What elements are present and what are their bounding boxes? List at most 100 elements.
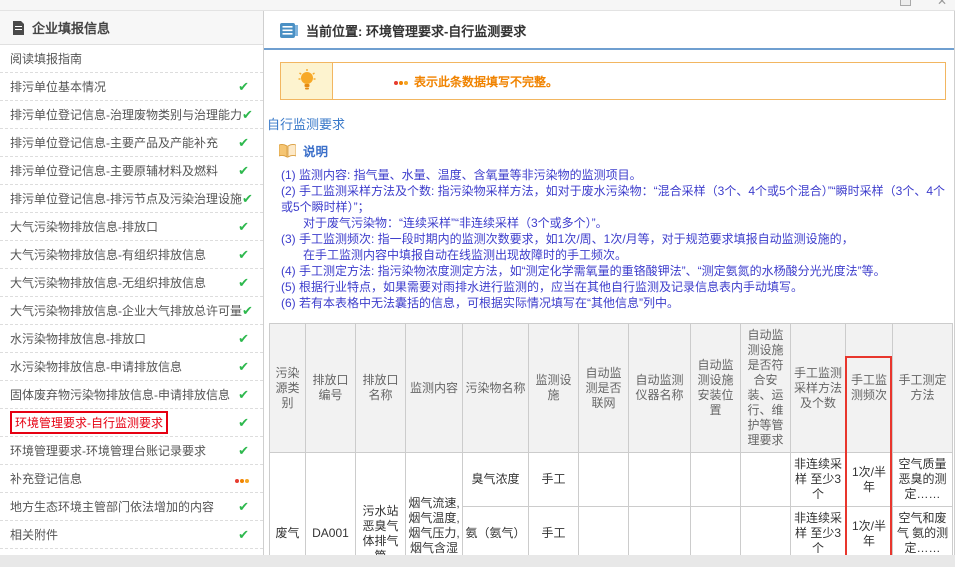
sidebar-item-label: 大气污染物排放信息-有组织排放信息 [10, 248, 206, 262]
sidebar-item-water-outlet[interactable]: 水污染物排放信息-排放口 ✔ [0, 325, 263, 353]
sidebar-item-reading-guide[interactable]: 阅读填报指南 [0, 45, 263, 73]
document-icon [13, 20, 24, 35]
sidebar-item-label: 水污染物排放信息-排放口 [10, 332, 146, 346]
section-content: 自行监测要求 说明 (1) 监测内容: 指气量、水量、温度、含氧量等非污染物的监… [264, 100, 954, 555]
col-header: 手工测定方法 [892, 323, 953, 453]
check-icon: ✔ [242, 190, 253, 206]
col-header: 自动监测是否联网 [578, 323, 629, 453]
instruction-line: 对于废气污染物：“连续采样”“非连续采样（3个或多个）”。 [303, 216, 608, 230]
table-row: 废气 DA001 污水站恶臭气体排气筒 烟气流速,烟气温度,烟气压力,烟气含湿量… [269, 452, 953, 555]
cell-manual-measure: 空气质量 恶臭的测定…… [892, 452, 953, 507]
instruction-line: (4) 手工测定方法: 指污染物浓度测定方法，如“测定化学需氧量的重铬酸钾法”、… [281, 264, 886, 278]
close-window-icon[interactable]: ✕ [937, 0, 947, 8]
col-header: 污染物名称 [462, 323, 529, 453]
sidebar-item-ledger-record[interactable]: 环境管理要求-环境管理台账记录要求 ✔ [0, 437, 263, 465]
instruction-line: (3) 手工监测频次: 指一段时期内的监测次数要求，如1次/周、1次/月等，对于… [281, 232, 854, 246]
sidebar-item-label: 地方生态环境主管部门依法增加的内容 [10, 500, 215, 514]
sidebar-item-label: 大气污染物排放信息-企业大气排放总许可量 [10, 304, 242, 318]
check-icon: ✔ [238, 274, 249, 290]
open-book-icon [279, 143, 296, 158]
col-header: 排放口名称 [355, 323, 406, 453]
instruction-line: (2) 手工监测采样方法及个数: 指污染物采样方法，如对于废水污染物：“混合采样… [281, 184, 946, 214]
sidebar-item-label: 排污单位基本情况 [10, 80, 107, 94]
news-book-icon [280, 23, 298, 38]
sidebar-item-label: 大气污染物排放信息-排放口 [10, 220, 158, 234]
sidebar-item-raw-materials[interactable]: 排污单位登记信息-主要原辅材料及燃料 ✔ [0, 157, 263, 185]
content-pane: 当前位置: 环境管理要求-自行监测要求 表示此条数据填写不完整。 自行监测要求 … [264, 11, 955, 555]
sidebar-item-waste-category[interactable]: 排污单位登记信息-治理废物类别与治理能力 ✔ [0, 101, 263, 129]
sidebar-item-air-unorganized[interactable]: 大气污染物排放信息-无组织排放信息 ✔ [0, 269, 263, 297]
sidebar-item-air-organized[interactable]: 大气污染物排放信息-有组织排放信息 ✔ [0, 241, 263, 269]
sidebar-item-label: 排污单位登记信息-排污节点及污染治理设施 [10, 192, 242, 206]
sidebar-item-attachments[interactable]: 相关附件 ✔ [0, 521, 263, 549]
sidebar-item-label: 排污单位登记信息-治理废物类别与治理能力 [10, 108, 242, 122]
instruction-line: 在手工监测内容中填报自动在线监测出现故障时的手工频次。 [303, 248, 628, 262]
check-icon: ✔ [238, 358, 249, 374]
cell-manual-freq: 1次/半年 [845, 452, 893, 507]
sidebar-item-air-outlet[interactable]: 大气污染物排放信息-排放口 ✔ [0, 213, 263, 241]
col-header-highlighted: 手工监测频次 [845, 323, 893, 453]
cell-pollutant: 氨（氨气） [462, 506, 529, 555]
notice-message-text: 表示此条数据填写不完整。 [414, 74, 559, 89]
col-header: 自动监测设施是否符合安装、运行、维护等管理要求 [740, 323, 791, 453]
sidebar-item-main-products[interactable]: 排污单位登记信息-主要产品及产能补充 ✔ [0, 129, 263, 157]
sidebar-item-basic-info[interactable]: 排污单位基本情况 ✔ [0, 73, 263, 101]
cell-auto-comply [740, 506, 791, 555]
sidebar-item-discharge-nodes[interactable]: 排污单位登记信息-排污节点及污染治理设施 ✔ [0, 185, 263, 213]
cell-facility: 手工 [528, 452, 579, 507]
section-title: 自行监测要求 [267, 117, 346, 132]
check-icon: ✔ [242, 302, 253, 318]
table-header-row: 污染源类别 排放口编号 排放口名称 监测内容 污染物名称 监测设施 自动监测是否… [269, 323, 953, 453]
note-row: 说明 [279, 141, 954, 160]
incomplete-notice: 表示此条数据填写不完整。 [280, 62, 946, 100]
cell-manual-method: 非连续采样 至少3个 [790, 452, 846, 507]
window-titlebar: ✕ [0, 0, 955, 11]
sidebar-item-supplementary-info[interactable]: 补充登记信息 [0, 465, 263, 493]
sidebar: 企业填报信息 阅读填报指南 排污单位基本情况 ✔ 排污单位登记信息-治理废物类别… [0, 11, 264, 555]
sidebar-item-label: 排污单位登记信息-主要原辅材料及燃料 [10, 164, 218, 178]
check-icon: ✔ [238, 414, 249, 430]
instruction-line: (1) 监测内容: 指气量、水量、温度、含氧量等非污染物的监测项目。 [281, 168, 642, 182]
sidebar-item-label: 阅读填报指南 [10, 52, 83, 66]
col-header: 手工监测采样方法及个数 [790, 323, 846, 453]
monitoring-requirements-table: 污染源类别 排放口编号 排放口名称 监测内容 污染物名称 监测设施 自动监测是否… [269, 323, 953, 555]
sidebar-item-solid-waste[interactable]: 固体废弃物污染物排放信息-申请排放信息 ✔ [0, 381, 263, 409]
col-header: 监测设施 [528, 323, 579, 453]
col-header: 自动监测设施安装位置 [690, 323, 741, 453]
check-icon: ✔ [238, 78, 249, 94]
sidebar-item-water-apply[interactable]: 水污染物排放信息-申请排放信息 ✔ [0, 353, 263, 381]
cell-pollutant: 臭气浓度 [462, 452, 529, 507]
col-header: 监测内容 [405, 323, 463, 453]
sidebar-item-label: 补充登记信息 [10, 472, 83, 486]
check-icon: ✔ [238, 442, 249, 458]
restore-window-icon[interactable] [900, 0, 911, 6]
col-header: 污染源类别 [269, 323, 306, 453]
monitoring-table-wrap: 污染源类别 排放口编号 排放口名称 监测内容 污染物名称 监测设施 自动监测是否… [269, 323, 953, 555]
sidebar-title: 企业填报信息 [32, 21, 111, 36]
sidebar-item-label: 环境管理要求-环境管理台账记录要求 [10, 444, 206, 458]
notice-icon-cell [281, 63, 333, 99]
cell-outlet-code: DA001 [305, 452, 356, 555]
check-icon: ✔ [238, 330, 249, 346]
instruction-line: (5) 根据行业特点，如果需要对雨排水进行监测的，应当在其他自行监测及记录信息表… [281, 280, 804, 294]
location-bar: 当前位置: 环境管理要求-自行监测要求 [264, 21, 954, 50]
check-icon: ✔ [238, 162, 249, 178]
lightbulb-icon [298, 69, 315, 90]
cell-monitor-content: 烟气流速,烟气温度,烟气压力,烟气含湿量,烟气量 [405, 452, 463, 555]
cell-auto-position [690, 506, 741, 555]
instructions-list: (1) 监测内容: 指气量、水量、温度、含氧量等非污染物的监测项目。 (2) 手… [281, 167, 954, 311]
cell-auto-device [628, 506, 691, 555]
cell-manual-freq: 1次/半年 [845, 506, 893, 555]
check-icon: ✔ [238, 134, 249, 150]
check-icon: ✔ [238, 218, 249, 234]
sidebar-header: 企业填报信息 [0, 11, 263, 45]
cell-auto-comply [740, 452, 791, 507]
check-icon: ✔ [238, 498, 249, 514]
sidebar-item-self-monitoring[interactable]: 环境管理要求-自行监测要求 ✔ [0, 409, 263, 437]
sidebar-item-local-authority[interactable]: 地方生态环境主管部门依法增加的内容 ✔ [0, 493, 263, 521]
sidebar-item-air-total-permit[interactable]: 大气污染物排放信息-企业大气排放总许可量 ✔ [0, 297, 263, 325]
main-layout: 企业填报信息 阅读填报指南 排污单位基本情况 ✔ 排污单位登记信息-治理废物类别… [0, 11, 955, 555]
incomplete-dots-icon [393, 74, 408, 88]
incomplete-dots-icon [234, 472, 249, 486]
sidebar-item-label: 固体废弃物污染物排放信息-申请排放信息 [10, 388, 230, 402]
